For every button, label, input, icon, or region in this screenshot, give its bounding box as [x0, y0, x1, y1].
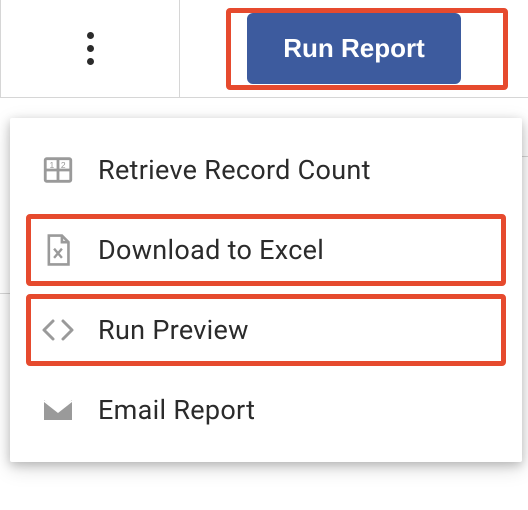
run-report-button[interactable]: Run Report	[247, 13, 461, 84]
divider	[0, 98, 10, 294]
divider	[522, 156, 528, 510]
menu-item-label: Run Preview	[98, 314, 249, 346]
excel-file-icon	[40, 232, 76, 268]
toolbar-left-cell	[0, 0, 180, 97]
dropdown-menu: 1 2 Retrieve Record Count Download to Ex…	[10, 118, 522, 462]
menu-item-label: Email Report	[98, 394, 255, 426]
toolbar-right-cell: Run Report	[180, 0, 528, 97]
menu-item-email-report[interactable]: Email Report	[10, 370, 522, 450]
toolbar: Run Report	[0, 0, 528, 98]
code-brackets-icon	[40, 312, 76, 348]
kebab-menu-button[interactable]	[75, 20, 106, 77]
menu-item-label: Download to Excel	[98, 234, 324, 266]
kebab-dot-icon	[87, 32, 94, 39]
svg-text:2: 2	[61, 160, 66, 170]
svg-text:1: 1	[50, 160, 55, 170]
menu-item-retrieve-record-count[interactable]: 1 2 Retrieve Record Count	[10, 130, 522, 210]
menu-item-download-to-excel[interactable]: Download to Excel	[10, 210, 522, 290]
menu-item-run-preview[interactable]: Run Preview	[10, 290, 522, 370]
kebab-dot-icon	[87, 58, 94, 65]
email-icon	[40, 392, 76, 428]
menu-item-label: Retrieve Record Count	[98, 154, 371, 186]
record-count-icon: 1 2	[40, 152, 76, 188]
kebab-dot-icon	[87, 45, 94, 52]
